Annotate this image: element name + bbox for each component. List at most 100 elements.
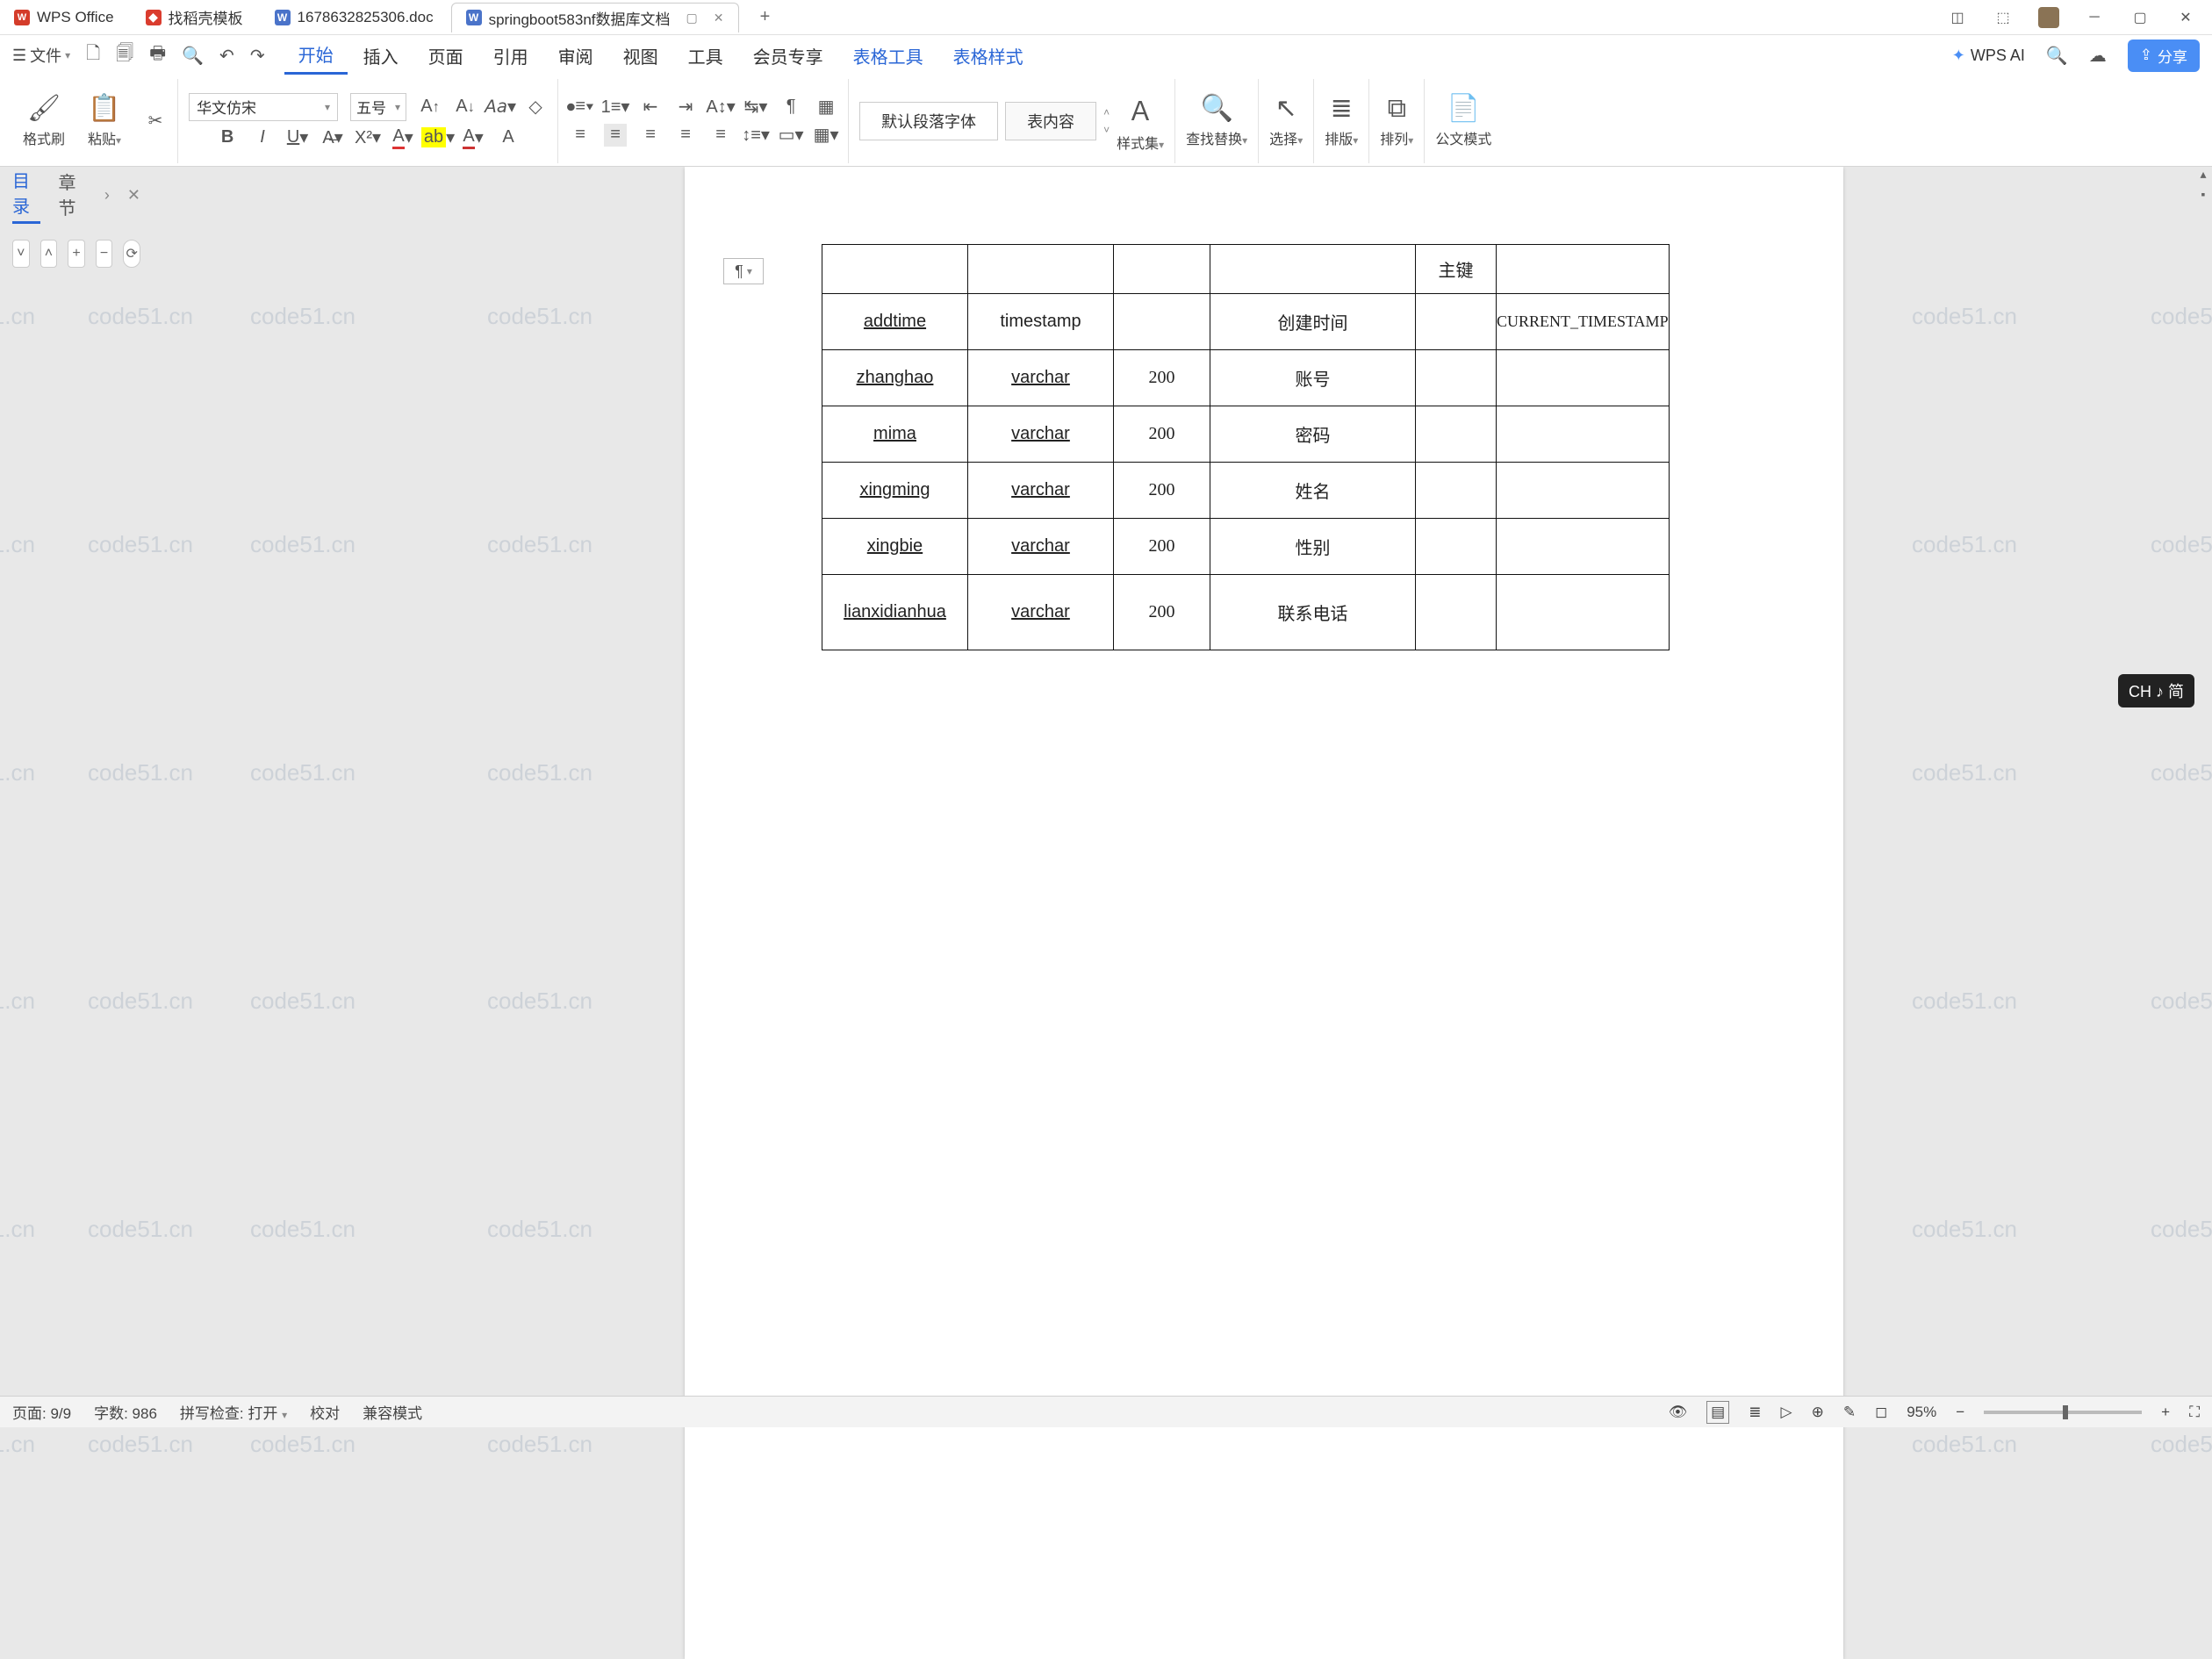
tab-doc2-active[interactable]: W springboot583nf数据库文档 ▢ ✕ [451, 3, 739, 32]
sort-button[interactable]: ≣排版▾ [1325, 93, 1358, 148]
status-view-read-icon[interactable]: ▷ [1780, 1404, 1792, 1421]
user-avatar[interactable] [2038, 7, 2059, 28]
scroll-up-icon[interactable]: ▴ [2200, 167, 2206, 182]
table-cell[interactable]: xingbie [822, 519, 968, 575]
menu-table-tools[interactable]: 表格工具 [839, 38, 937, 74]
table-cell[interactable] [1497, 519, 1670, 575]
tab-wps-office[interactable]: W WPS Office [0, 3, 128, 32]
table-cell[interactable]: CURRENT_TIMESTAMP [1497, 294, 1670, 350]
undo-icon[interactable]: ↶ [219, 45, 234, 67]
menu-review[interactable]: 审阅 [544, 38, 607, 74]
status-spellcheck[interactable]: 拼写检查: 打开 ▾ [180, 1401, 287, 1423]
align-left-icon[interactable]: ≡ [569, 124, 592, 147]
menu-insert[interactable]: 插入 [349, 38, 413, 74]
nav-expand-icon[interactable]: ˄ [40, 240, 58, 268]
nav-settings-icon[interactable]: ⟳ [123, 240, 140, 268]
table-cell[interactable]: varchar [968, 463, 1114, 519]
table-cell[interactable] [1497, 463, 1670, 519]
table-cell[interactable]: 200 [1114, 519, 1210, 575]
status-web-icon[interactable]: ⊕ [1812, 1404, 1824, 1421]
table-cell[interactable]: 200 [1114, 350, 1210, 406]
status-zoom-value[interactable]: 95% [1907, 1404, 1936, 1421]
table-cell[interactable] [1497, 350, 1670, 406]
table-cell[interactable]: addtime [822, 294, 968, 350]
table-cell[interactable]: 账号 [1210, 350, 1416, 406]
table-cell[interactable]: zhanghao [822, 350, 968, 406]
official-mode-button[interactable]: 📄公文模式 [1435, 93, 1491, 148]
nav-close-icon[interactable]: ✕ [127, 186, 140, 205]
highlight-icon[interactable]: ab▾ [427, 126, 449, 149]
table-cell[interactable]: varchar [968, 575, 1114, 650]
ime-indicator[interactable]: CH ♪ 简 [2118, 674, 2194, 707]
nav-collapse-icon[interactable]: ˅ [12, 240, 30, 268]
status-focus-icon[interactable]: ◻ [1875, 1404, 1887, 1421]
arrange-button[interactable]: ⧉排列▾ [1380, 94, 1413, 148]
table-cell[interactable]: 密码 [1210, 406, 1416, 463]
menu-start[interactable]: 开始 [284, 36, 348, 75]
status-eye-icon[interactable]: 👁 [1669, 1404, 1688, 1421]
table-cell[interactable] [1416, 575, 1497, 650]
status-pen-icon[interactable]: ✎ [1843, 1404, 1856, 1421]
tab-screen-icon[interactable]: ▢ [686, 11, 698, 25]
decrease-indent-icon[interactable]: ⇤ [639, 96, 662, 118]
status-page[interactable]: 页面: 9/9 [12, 1401, 71, 1423]
nav-tab-chapter[interactable]: 章节 [58, 169, 86, 223]
wps-ai-button[interactable]: ✦WPS AI [1952, 47, 2025, 65]
justify-icon[interactable]: ≡ [674, 124, 697, 147]
status-wordcount[interactable]: 字数: 986 [94, 1401, 157, 1423]
border-icon[interactable]: ▦▾ [815, 124, 837, 147]
menu-page[interactable]: 页面 [414, 38, 478, 74]
table-cell[interactable]: xingming [822, 463, 968, 519]
font-color2-icon[interactable]: A▾ [462, 126, 485, 149]
fullscreen-icon[interactable]: ⛶ [2189, 1404, 2200, 1421]
strike-icon[interactable]: A̶▾ [321, 126, 344, 149]
table-cell[interactable] [1416, 463, 1497, 519]
table-cell[interactable] [1497, 245, 1670, 294]
decrease-font-icon[interactable]: A↓ [454, 96, 477, 118]
shading-icon[interactable]: ▭▾ [779, 124, 802, 147]
maximize-icon[interactable]: ▢ [2129, 7, 2151, 28]
table-cell[interactable]: varchar [968, 350, 1114, 406]
print-icon[interactable]: 🖶 [149, 40, 166, 70]
status-proof[interactable]: 校对 [310, 1401, 340, 1423]
table-cell[interactable]: 200 [1114, 463, 1210, 519]
table-cell[interactable]: 性别 [1210, 519, 1416, 575]
table-cell[interactable] [1416, 350, 1497, 406]
menu-tools[interactable]: 工具 [674, 38, 737, 74]
table-cell[interactable] [1497, 575, 1670, 650]
nav-remove-icon[interactable]: − [96, 240, 113, 268]
font-color-icon[interactable]: A▾ [391, 126, 414, 149]
cube-icon[interactable]: ⬚ [1993, 7, 2014, 28]
table-cell[interactable]: 姓名 [1210, 463, 1416, 519]
table-cell[interactable]: varchar [968, 406, 1114, 463]
tab-templates[interactable]: ◆ 找稻壳模板 [132, 3, 257, 32]
zoom-out-icon[interactable]: − [1956, 1404, 1964, 1421]
table-cell[interactable] [1114, 245, 1210, 294]
search-icon[interactable]: 🔍 [2046, 45, 2068, 67]
table-cell[interactable]: 200 [1114, 575, 1210, 650]
superscript-icon[interactable]: X²▾ [356, 126, 379, 149]
table-cell[interactable] [1416, 406, 1497, 463]
new-icon[interactable]: 🗋 [86, 40, 100, 70]
increase-indent-icon[interactable]: ⇥ [674, 96, 697, 118]
cloud-icon[interactable]: ☁ [2089, 45, 2107, 67]
menu-table-style[interactable]: 表格样式 [939, 38, 1038, 74]
table-cell[interactable]: 联系电话 [1210, 575, 1416, 650]
status-compat[interactable]: 兼容模式 [363, 1401, 422, 1423]
menu-reference[interactable]: 引用 [479, 38, 542, 74]
zoom-slider[interactable] [1984, 1411, 2142, 1414]
status-view-outline-icon[interactable]: ≣ [1749, 1404, 1761, 1421]
table-cell[interactable]: mima [822, 406, 968, 463]
tab-close-icon[interactable]: ✕ [714, 11, 724, 25]
menu-view[interactable]: 视图 [609, 38, 672, 74]
number-list-icon[interactable]: 1≡▾ [604, 96, 627, 118]
bullet-list-icon[interactable]: ⦁≡▾ [569, 96, 592, 118]
table-cell[interactable] [1416, 294, 1497, 350]
table-cell[interactable] [1497, 406, 1670, 463]
nav-tab-toc[interactable]: 目录 [12, 167, 40, 224]
share-button[interactable]: ⇪ 分享 [2128, 40, 2200, 72]
style-default-paragraph[interactable]: 默认段落字体 [859, 102, 998, 140]
vertical-scrollbar[interactable]: ▴ ▪ [2194, 167, 2212, 211]
menu-member[interactable]: 会员专享 [739, 38, 837, 74]
tab-add-button[interactable]: + [751, 4, 779, 32]
